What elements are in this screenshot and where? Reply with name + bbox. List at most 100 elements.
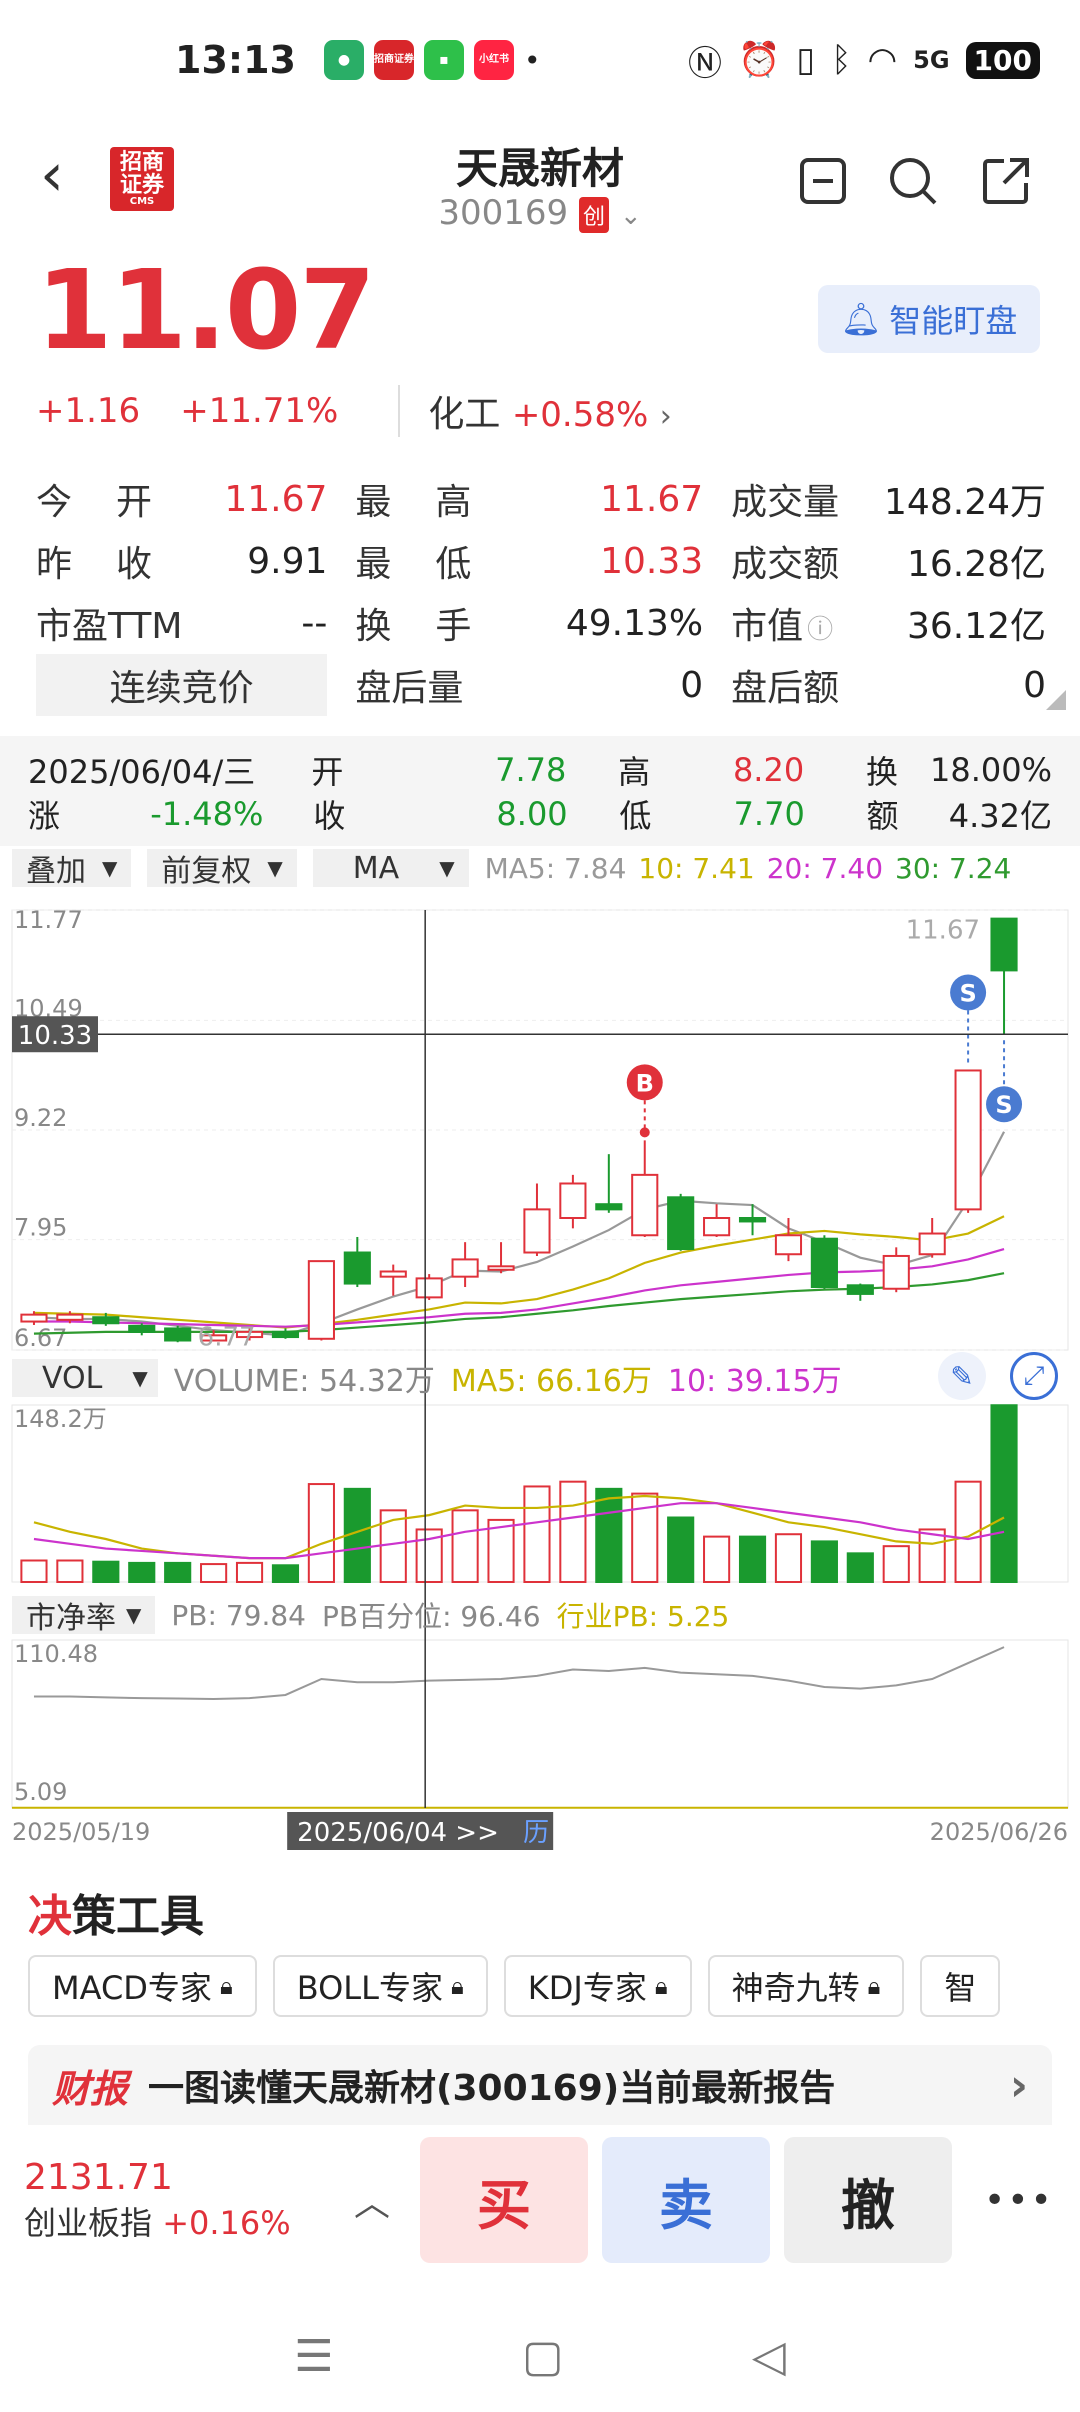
share-icon[interactable] [978,153,1034,209]
candle-body [882,1254,910,1290]
clock: 13:13 [175,38,296,82]
crosshair-info-bar: 2025/06/04/三 开 7.78 高 8.20 换 18.00% 涨 -1… [0,736,1080,846]
candle-body [667,1196,695,1251]
edit-icon[interactable]: ✎ [938,1352,986,1400]
minimize-icon[interactable] [795,153,851,209]
report-card[interactable]: 财报 一图读懂天晟新材(300169)当前最新报告 › [28,2045,1052,2125]
candle-body [810,1237,838,1289]
buy-marker-dot [639,1127,650,1138]
stock-header: ‹ 招商 证券 CMS 天晟新材 300169 创 ⌄ [0,125,1080,245]
wifi-icon: ◠ [867,40,898,80]
caret-down-icon: ▼ [126,1603,142,1627]
volume-bar [523,1485,551,1583]
chevron-right-icon: › [659,399,672,434]
alarm-icon: ⏰ [738,40,781,80]
status-bar: 13:13 ● 招商证券 ▪ 小红书 • Ⓝ ⏰ ▯ ᛒ ◠ 5G 100 [0,0,1080,120]
info-high: 8.20 [732,751,805,789]
tool-chip[interactable]: 神奇九转 🔒︎ [707,1955,905,2017]
info-icon[interactable]: ⓘ [807,615,833,645]
index-ticker[interactable]: 2131.71 创业板指 +0.16% [24,2157,354,2244]
info-date: 2025/06/04/三 [28,753,256,791]
price-axis-labels: 11.7710.499.227.956.67 [14,906,83,1352]
volume-bar [128,1561,156,1583]
price-tick-label: 9.22 [14,1104,67,1132]
tool-chip[interactable]: 智 [920,1955,1001,2017]
candle-body [271,1330,300,1339]
candle-body [595,1203,623,1211]
price-change: +1.16 [36,391,141,431]
candle-body [918,1232,946,1256]
caret-down-icon: ▼ [439,856,455,880]
expand-corner-icon[interactable] [1046,690,1066,710]
auction-status-button[interactable]: 连续竞价 [36,654,328,716]
volume-bar [774,1533,803,1584]
volume-bar [703,1535,731,1583]
xiaohongshu-icon: 小红书 [473,40,514,80]
caret-down-icon: ▼ [132,1366,148,1390]
crosshair-price-label: 10.33 [18,1021,92,1051]
quote-volume: 成交量 148.24万 [731,482,1046,523]
candle-body [20,1313,48,1323]
tool-chip[interactable]: KDJ专家 🔒︎ [503,1955,692,2017]
quote-grid: 今 开 11.67 最 高 11.67 成交量 148.24万 昨 收 9.91 最 低… [36,468,1046,716]
tool-chip[interactable]: MACD专家 🔒︎ [28,1955,257,2017]
buy-button[interactable]: 买 [420,2137,588,2263]
nfc-icon: Ⓝ [688,43,722,84]
fullscreen-icon[interactable]: ⤢ [1010,1352,1058,1400]
lock-icon: 🔒︎ [219,1972,233,2000]
history-link: 历 [523,1818,549,1848]
volume-ma5-line [33,1494,1005,1560]
candle-body [774,1234,803,1256]
volume-bar [307,1483,335,1583]
adjust-dropdown[interactable]: 前复权 ▼ [147,849,297,889]
lock-icon: 🔒︎ [450,1972,464,2000]
volume-bar [667,1516,695,1583]
price-tick-label: 6.67 [14,1324,67,1352]
system-nav-bar: ☰ ▢ ◁ [0,2300,1080,2412]
quote-row-2: 昨 收 9.91 最 低 10.33 成交额 16.28亿 [36,530,1046,592]
candle-body [343,1251,371,1285]
info-open: 7.78 [495,751,567,789]
home-icon[interactable]: ▢ [522,2331,564,2382]
price-tick-label: 7.95 [14,1214,67,1242]
overlay-dropdown[interactable]: 叠加 ▼ [12,849,132,889]
caret-down-icon: ▼ [267,856,283,880]
dot-icon: • [523,43,541,77]
lock-icon: 🔒︎ [867,1972,881,2000]
tool-chip[interactable]: BOLL专家 🔒︎ [272,1955,488,2017]
quote-row-4: 连续竞价 盘后量 0 盘后额 0 [36,654,1046,716]
pb-max-label: 110.48 [14,1640,98,1668]
candle-body [451,1258,479,1278]
date-start-label: 2025/05/19 [12,1818,150,1846]
cancel-order-button[interactable]: 撤 [784,2137,952,2263]
quote-row-1: 今 开 11.67 最 高 11.67 成交量 148.24万 [36,468,1046,530]
vol-indicator-dropdown[interactable]: VOL ▼ [12,1359,158,1397]
sell-button[interactable]: 卖 [602,2137,770,2263]
quote-after-amount: 盘后额 0 [731,664,1046,710]
pb-indicator-dropdown[interactable]: 市净率 ▼ [12,1596,156,1636]
more-icon[interactable]: ••• [984,2180,1054,2221]
volume-bar [271,1564,300,1584]
smart-watch-button[interactable]: 🔔︎ 智能盯盘 [818,285,1040,353]
indicator-dropdown[interactable]: MA ▼ [312,849,469,887]
quote-pe: 市盈TTM -- [36,602,328,648]
volume-max-label: 148.2万 [14,1405,107,1433]
back-icon[interactable]: ◁ [752,2331,786,2382]
battery-icon: 100 [965,41,1040,79]
pb-line [33,1646,1005,1700]
candle-body [523,1208,551,1254]
change-row: +1.16 +11.71% 化工 +0.58% › [36,385,672,437]
menu-icon[interactable]: ☰ [294,2331,333,2382]
search-icon[interactable] [885,153,941,209]
tools-row: MACD专家 🔒︎ BOLL专家 🔒︎ KDJ专家 🔒︎ 神奇九转 🔒︎ 智 [28,1955,1001,2017]
volume-bar [595,1487,623,1583]
quote-market-cap: 市值 ⓘ 36.12亿 [731,606,1046,647]
vibrate-icon: ▯ [796,40,816,80]
price-change-pct: +11.71% [180,391,339,431]
volume-bar [164,1561,192,1583]
chevron-up-icon[interactable]: ︿ [354,2174,404,2226]
tool-chip-label: KDJ专家 [527,1969,647,2007]
volume-bar [20,1559,48,1583]
sector-link[interactable]: 化工 +0.58% › [398,385,672,437]
candle-body [307,1260,335,1340]
